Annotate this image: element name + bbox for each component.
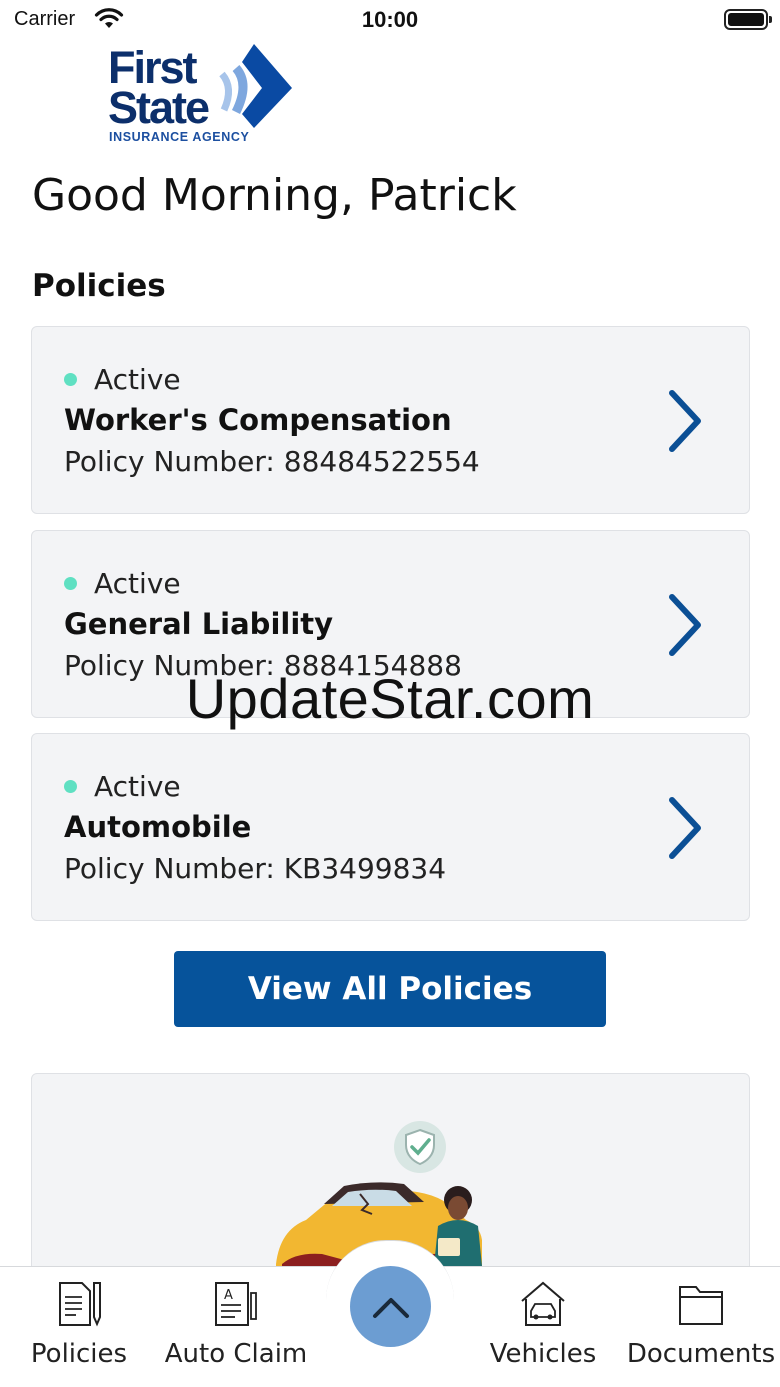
battery-icon <box>724 9 772 30</box>
policy-document-icon <box>59 1282 101 1327</box>
tab-documents[interactable]: Documents <box>626 1267 776 1387</box>
tab-label: Documents <box>626 1339 776 1369</box>
folder-icon <box>679 1286 723 1325</box>
policy-number: Policy Number: 8884154888 <box>64 649 462 682</box>
policy-status: Active <box>64 363 181 396</box>
policy-status-label: Active <box>94 363 181 396</box>
company-logo: First State INSURANCE AGENCY <box>106 44 316 148</box>
chevron-right-icon[interactable] <box>666 389 706 453</box>
chevron-up-icon <box>372 1297 409 1318</box>
policy-card-automobile[interactable]: Active Automobile Policy Number: KB34998… <box>31 733 750 921</box>
chevron-right-icon[interactable] <box>666 593 706 657</box>
active-status-dot <box>64 780 77 793</box>
tab-vehicles[interactable]: Vehicles <box>488 1267 598 1387</box>
policy-number: Policy Number: 88484522554 <box>64 445 480 478</box>
status-bar: Carrier 10:00 <box>0 0 780 40</box>
policy-card-workers-comp[interactable]: Active Worker's Compensation Policy Numb… <box>31 326 750 514</box>
policy-status-label: Active <box>94 567 181 600</box>
policy-status: Active <box>64 567 181 600</box>
greeting-heading: Good Morning, Patrick <box>32 170 517 221</box>
tab-auto-claim[interactable]: A Auto Claim <box>165 1267 307 1387</box>
svg-text:A: A <box>224 1288 233 1303</box>
policies-section-title: Policies <box>32 268 166 304</box>
policy-card-general-liability[interactable]: Active General Liability Policy Number: … <box>31 530 750 718</box>
logo-word-state: State <box>108 82 210 133</box>
policy-status-label: Active <box>94 770 181 803</box>
tab-label: Auto Claim <box>164 1339 308 1369</box>
policy-status: Active <box>64 770 181 803</box>
policy-number: Policy Number: KB3499834 <box>64 852 447 885</box>
active-status-dot <box>64 577 77 590</box>
tab-policies[interactable]: Policies <box>20 1267 138 1387</box>
policy-name: Automobile <box>64 810 252 844</box>
tab-label: Vehicles <box>489 1339 597 1369</box>
policy-name: Worker's Compensation <box>64 403 452 437</box>
tab-label: Policies <box>30 1339 128 1369</box>
view-all-policies-button[interactable]: View All Policies <box>174 951 606 1027</box>
chevron-right-icon[interactable] <box>666 796 706 860</box>
garage-car-icon <box>521 1281 565 1326</box>
clock: 10:00 <box>361 7 419 32</box>
logo-tagline: INSURANCE AGENCY <box>109 130 250 144</box>
logo-diamond-icon <box>219 44 292 128</box>
expand-menu-button[interactable] <box>350 1266 431 1347</box>
policy-name: General Liability <box>64 607 334 641</box>
claim-form-icon: A <box>215 1282 257 1326</box>
active-status-dot <box>64 373 77 386</box>
